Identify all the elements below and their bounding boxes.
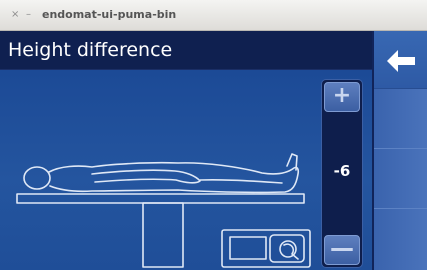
main-panel: + -6 — — [0, 70, 372, 270]
arrow-left-icon — [387, 50, 415, 72]
window-titlebar: × – endomat-ui-puma-bin — [0, 0, 427, 31]
patient-arm — [91, 169, 201, 184]
window-close-button[interactable]: × — [11, 10, 19, 20]
side-slot-2 — [374, 149, 427, 209]
height-value: -6 — [333, 162, 351, 180]
window-minimize-button[interactable]: – — [26, 10, 31, 20]
patient-feet — [286, 153, 298, 171]
patient-body — [48, 161, 300, 194]
device-screen — [229, 236, 267, 260]
patient-on-table-icon — [16, 153, 311, 268]
back-button[interactable] — [374, 31, 427, 89]
height-stepper: + -6 — — [321, 79, 363, 268]
table-top — [16, 193, 305, 204]
side-panel — [372, 31, 427, 270]
side-slot-1 — [374, 89, 427, 149]
decrease-height-button[interactable]: — — [324, 235, 360, 265]
window-title: endomat-ui-puma-bin — [42, 8, 177, 21]
app-window: × – endomat-ui-puma-bin Height differenc… — [0, 0, 427, 270]
side-slot-3 — [374, 209, 427, 270]
table-column — [142, 202, 184, 268]
device-pump-housing — [269, 234, 305, 263]
patient-leg-line — [199, 178, 283, 184]
page-header: Height difference — [0, 31, 372, 70]
page-title: Height difference — [8, 39, 173, 61]
increase-height-button[interactable]: + — [324, 82, 360, 112]
patient-head — [23, 166, 51, 190]
